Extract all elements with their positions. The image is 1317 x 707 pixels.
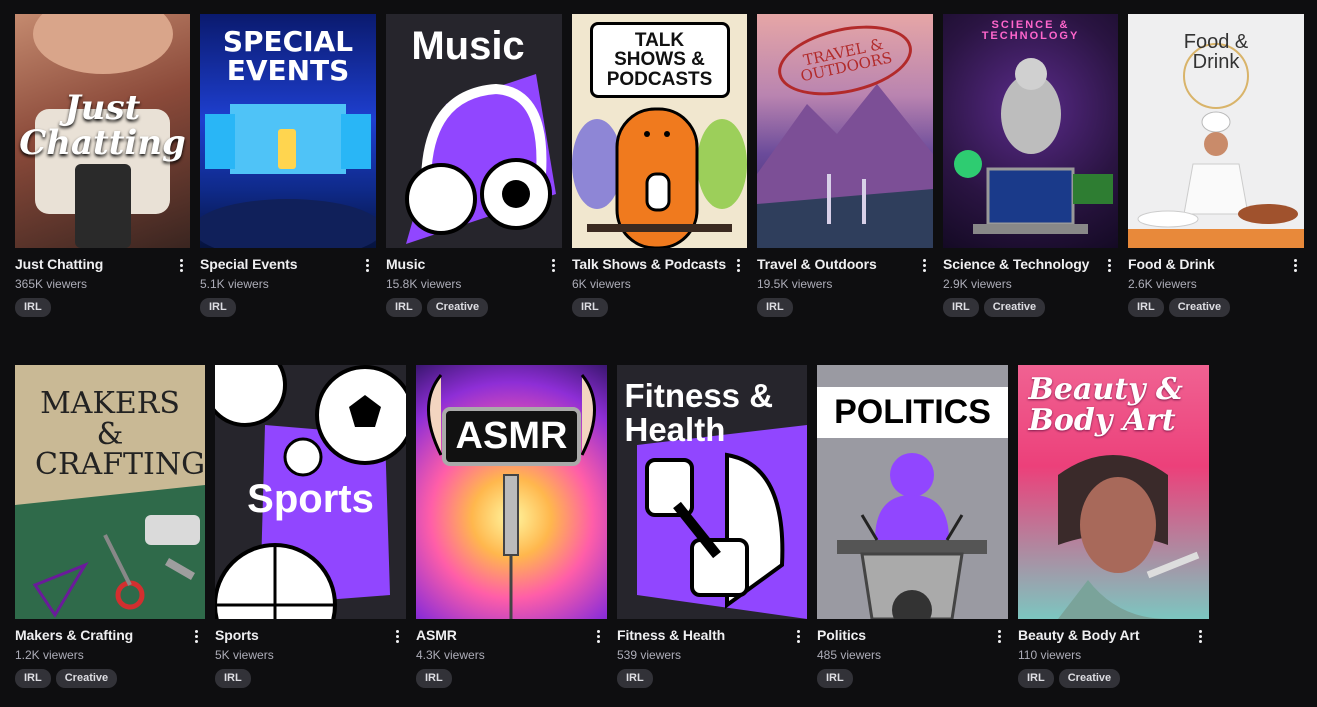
more-options-icon[interactable]: [390, 627, 404, 645]
viewer-count[interactable]: 1.2K viewers: [15, 648, 205, 662]
box-art[interactable]: Sports: [215, 365, 406, 619]
category-card-music[interactable]: Music Music 15.8K viewers IRL Creative: [386, 14, 562, 317]
category-card-asmr[interactable]: ASMR ASMR 4.3K viewers IRL: [416, 365, 607, 688]
category-name[interactable]: Travel & Outdoors: [757, 256, 933, 272]
viewer-count[interactable]: 5K viewers: [215, 648, 406, 662]
tag-irl[interactable]: IRL: [1128, 298, 1164, 317]
box-art-title: Just Chatting: [19, 88, 186, 163]
tag-irl[interactable]: IRL: [15, 669, 51, 688]
tag-creative[interactable]: Creative: [983, 298, 1046, 317]
tag-irl[interactable]: IRL: [757, 298, 793, 317]
more-options-icon[interactable]: [1288, 256, 1302, 274]
box-art[interactable]: SPECIAL EVENTS: [200, 14, 376, 248]
ear-icon: [427, 374, 596, 619]
viewer-count[interactable]: 539 viewers: [617, 648, 807, 662]
more-options-icon[interactable]: [1193, 627, 1207, 645]
box-art[interactable]: ASMR: [416, 365, 607, 619]
category-name[interactable]: Beauty & Body Art: [1018, 627, 1209, 643]
category-name[interactable]: Fitness & Health: [617, 627, 807, 643]
category-name[interactable]: Sports: [215, 627, 406, 643]
box-art[interactable]: Food & Drink: [1128, 14, 1304, 248]
category-card-politics[interactable]: POLITICS Politics 485 viewers IRL: [817, 365, 1008, 688]
tag-creative[interactable]: Creative: [55, 669, 118, 688]
tag-irl[interactable]: IRL: [1018, 669, 1054, 688]
tag-irl[interactable]: IRL: [416, 669, 452, 688]
category-card-food-drink[interactable]: Food & Drink Food & Drink 2.6K viewers I…: [1128, 14, 1304, 317]
tag-irl[interactable]: IRL: [572, 298, 608, 317]
more-options-icon[interactable]: [360, 256, 374, 274]
tag-irl[interactable]: IRL: [215, 669, 251, 688]
category-name[interactable]: Just Chatting: [15, 256, 190, 272]
box-art-title: Beauty & Body Art: [1028, 372, 1184, 438]
category-name[interactable]: Makers & Crafting: [15, 627, 205, 643]
category-name[interactable]: Science & Technology: [943, 256, 1118, 272]
viewer-count[interactable]: 110 viewers: [1018, 648, 1209, 662]
category-name[interactable]: ASMR: [416, 627, 607, 643]
tag-creative[interactable]: Creative: [426, 298, 489, 317]
box-art-title: Sports: [247, 476, 374, 521]
category-name[interactable]: Talk Shows & Podcasts: [572, 256, 747, 272]
category-card-travel-outdoors[interactable]: TRAVEL & OUTDOORS Travel & Outdoors 19.5…: [757, 14, 933, 317]
viewer-count[interactable]: 4.3K viewers: [416, 648, 607, 662]
more-options-icon[interactable]: [731, 256, 745, 274]
tag-irl[interactable]: IRL: [200, 298, 236, 317]
category-name[interactable]: Music: [386, 256, 562, 272]
category-card-makers-crafting[interactable]: MAKERS & CRAFTING Makers & Crafting 1.2K…: [15, 365, 205, 688]
category-card-sports[interactable]: Sports Sports 5K viewers IRL: [215, 365, 406, 688]
tag-creative[interactable]: Creative: [1168, 298, 1231, 317]
category-name[interactable]: Food & Drink: [1128, 256, 1304, 272]
box-art[interactable]: Beauty & Body Art: [1018, 365, 1209, 619]
box-art[interactable]: Just Chatting: [15, 14, 190, 248]
category-card-beauty-body-art[interactable]: Beauty & Body Art Beauty & Body Art 110 …: [1018, 365, 1209, 688]
box-art[interactable]: MAKERS & CRAFTING: [15, 365, 205, 619]
tag-creative[interactable]: Creative: [1058, 669, 1121, 688]
more-options-icon[interactable]: [791, 627, 805, 645]
box-art-title: SPECIAL EVENTS: [222, 25, 354, 87]
viewer-count[interactable]: 365K viewers: [15, 277, 190, 291]
more-options-icon[interactable]: [546, 256, 560, 274]
more-options-icon[interactable]: [1102, 256, 1116, 274]
more-options-icon[interactable]: [189, 627, 203, 645]
box-art-title: Music: [411, 24, 525, 68]
tag-irl[interactable]: IRL: [943, 298, 979, 317]
viewer-count[interactable]: 5.1K viewers: [200, 277, 376, 291]
category-card-special-events[interactable]: SPECIAL EVENTS Special Events 5.1K viewe…: [200, 14, 376, 317]
box-art[interactable]: TALK SHOWS & PODCASTS: [572, 14, 747, 248]
category-card-talk-shows[interactable]: TALK SHOWS & PODCASTS Talk Shows & Podca…: [572, 14, 747, 317]
box-art-title: POLITICS: [817, 387, 1008, 438]
more-options-icon[interactable]: [174, 256, 188, 274]
viewer-count[interactable]: 485 viewers: [817, 648, 1008, 662]
category-name[interactable]: Special Events: [200, 256, 376, 272]
box-art[interactable]: POLITICS: [817, 365, 1008, 619]
viewer-count[interactable]: 15.8K viewers: [386, 277, 562, 291]
more-options-icon[interactable]: [992, 627, 1006, 645]
more-options-icon[interactable]: [917, 256, 931, 274]
tag-irl[interactable]: IRL: [15, 298, 51, 317]
category-card-just-chatting[interactable]: Just Chatting Just Chatting 365K viewers…: [15, 14, 190, 317]
viewer-count[interactable]: 2.6K viewers: [1128, 277, 1304, 291]
box-art[interactable]: TRAVEL & OUTDOORS: [757, 14, 933, 248]
viewer-count[interactable]: 6K viewers: [572, 277, 747, 291]
tag-irl[interactable]: IRL: [817, 669, 853, 688]
box-art-title: TALK SHOWS & PODCASTS: [589, 22, 730, 99]
more-options-icon[interactable]: [591, 627, 605, 645]
box-art[interactable]: SCIENCE & TECHNOLOGY: [943, 14, 1118, 248]
box-art-title: Fitness & Health: [624, 377, 774, 448]
box-art-title: Food & Drink: [1183, 31, 1249, 74]
viewer-count[interactable]: 2.9K viewers: [943, 277, 1118, 291]
box-art[interactable]: Music: [386, 14, 562, 248]
tag-irl[interactable]: IRL: [617, 669, 653, 688]
category-name[interactable]: Politics: [817, 627, 1008, 643]
laptop-icon: [954, 58, 1113, 234]
viewer-count[interactable]: 19.5K viewers: [757, 277, 933, 291]
tag-irl[interactable]: IRL: [386, 298, 422, 317]
box-art-title: ASMR: [441, 407, 582, 466]
box-art-title: MAKERS & CRAFTING: [35, 386, 205, 483]
category-card-science-technology[interactable]: SCIENCE & TECHNOLOGY Science & Technolog…: [943, 14, 1118, 317]
box-art-title: SCIENCE & TECHNOLOGY: [981, 19, 1080, 43]
category-card-fitness-health[interactable]: Fitness & Health Fitness & Health 539 vi…: [617, 365, 807, 688]
box-art[interactable]: Fitness & Health: [617, 365, 807, 619]
